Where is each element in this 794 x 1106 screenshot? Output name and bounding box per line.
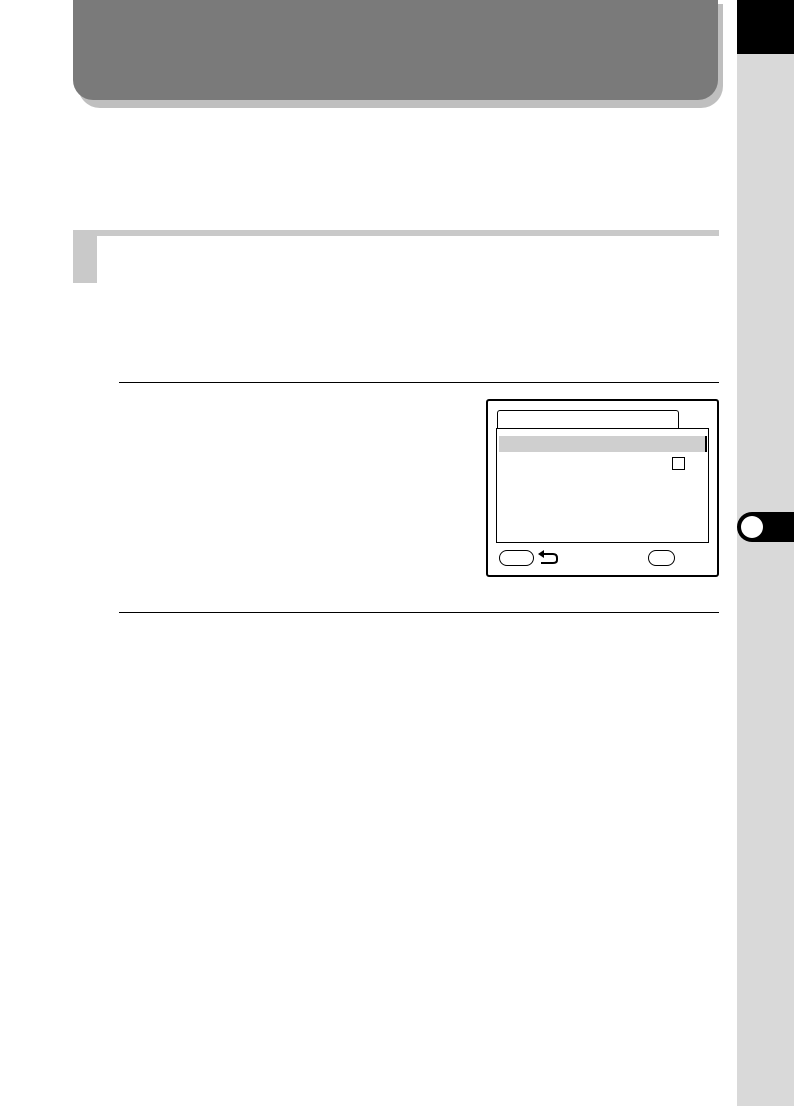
procedure-top-rule	[119, 382, 719, 383]
chapter-side-marker	[737, 0, 794, 54]
back-arrow-icon	[538, 550, 558, 564]
lcd-menu-panel	[496, 428, 709, 543]
section-header-block	[73, 230, 97, 283]
lcd-menu-tab	[497, 410, 679, 429]
chapter-side-strip	[737, 0, 794, 1106]
lcd-menu-screen	[486, 399, 719, 577]
ok-button-icon	[648, 550, 675, 566]
lcd-menu-checkbox[interactable]	[672, 457, 685, 470]
chapter-number	[741, 516, 763, 538]
procedure-bottom-rule	[119, 612, 719, 613]
menu-button-icon	[499, 550, 534, 566]
chapter-banner	[73, 0, 718, 100]
section-header-line	[73, 230, 719, 236]
lcd-menu-selected-row[interactable]	[499, 436, 707, 452]
